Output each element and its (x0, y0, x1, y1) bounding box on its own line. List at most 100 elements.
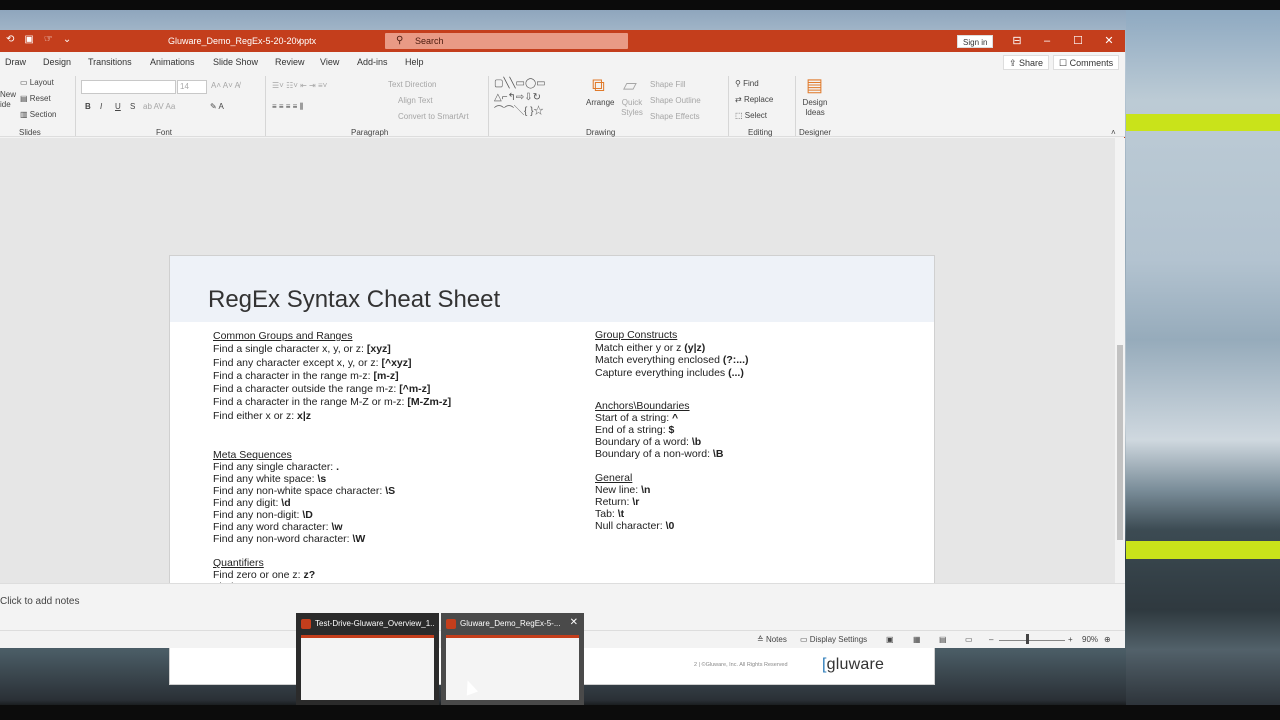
new-slide-fragment[interactable]: New (0, 90, 16, 99)
zoom-slider-thumb[interactable] (1026, 634, 1029, 644)
reset-icon: ▤ (20, 94, 30, 103)
slide-sorter-icon[interactable]: ▦ (913, 635, 921, 644)
italic-button[interactable]: I (100, 102, 102, 111)
shape-effects-button[interactable]: Shape Effects (650, 112, 700, 121)
layout-button[interactable]: ▭ Layout (20, 78, 54, 87)
maximize-button[interactable]: ☐ (1063, 30, 1093, 52)
line-text: Boundary of a non-word: (595, 448, 713, 460)
text-direction-button[interactable]: Text Direction (388, 80, 436, 89)
underline-button[interactable]: U (115, 102, 121, 111)
cheat-sheet-line: Boundary of a word: \b (595, 436, 915, 448)
tab-view[interactable]: View (320, 57, 339, 67)
tab-add-ins[interactable]: Add-ins (357, 57, 388, 67)
char-spacing-icon[interactable]: ab AV Aa (143, 102, 175, 111)
shapes-gallery[interactable]: ▢╲╲▭◯▭ △⌐↰⇨⇩↻ ⌒⌒╲{ }☆ (494, 77, 576, 121)
shape-outline-button[interactable]: Shape Outline (650, 96, 701, 105)
ribbon-display-options-button[interactable]: ⊟ (1002, 30, 1032, 52)
notes-button[interactable]: ≙ Notes (757, 635, 787, 644)
zoom-in-button[interactable]: + (1068, 635, 1073, 644)
line-syntax: [xyz] (366, 343, 391, 356)
line-syntax: [M-Zm-z] (407, 396, 452, 409)
font-name-input[interactable] (81, 80, 176, 94)
line-syntax: (y|z) (684, 341, 706, 354)
comments-button[interactable]: ☐ Comments (1053, 55, 1120, 70)
reading-view-icon[interactable]: ▤ (939, 635, 947, 644)
slide-title[interactable]: RegEx Syntax Cheat Sheet (208, 286, 500, 314)
strikethrough-button[interactable]: S (130, 102, 135, 111)
line-text: Null character: (595, 520, 666, 532)
line-syntax: \t (617, 508, 625, 520)
taskbar-preview-2[interactable]: Gluware_Demo_RegEx-5-... ✕ (441, 613, 584, 705)
line-syntax: \w (331, 521, 343, 534)
align-icons[interactable]: ≡ ≡ ≡ ≡ ⫼ (272, 102, 303, 112)
line-syntax: \n (641, 484, 651, 496)
sign-in-button[interactable]: Sign in (957, 35, 994, 48)
slide-fragment[interactable]: ide (0, 100, 11, 109)
select-button[interactable]: ⬚ Select (735, 111, 767, 120)
zoom-level[interactable]: 90% (1082, 635, 1098, 644)
quick-styles-button[interactable]: Quick Styles (618, 98, 646, 118)
title-bar: ⟲ ▣ ☞ ⌄ Gluware_Demo_RegEx-5-20-20.pptx … (0, 30, 1125, 52)
close-preview-icon[interactable]: ✕ (570, 617, 578, 628)
tab-transitions[interactable]: Transitions (88, 57, 132, 67)
touch-mode-icon[interactable]: ☞ (44, 34, 53, 45)
right-column[interactable]: Group Constructs Match either y or z (y|… (595, 329, 915, 532)
line-syntax: z? (303, 569, 316, 582)
line-syntax: \r (632, 496, 640, 508)
zoom-slider[interactable] (999, 640, 1065, 641)
scrollbar-thumb[interactable] (1117, 345, 1123, 540)
align-text-button[interactable]: Align Text (398, 96, 433, 105)
quick-styles-icon: ▱ (623, 75, 637, 95)
font-size-input[interactable]: 14 (177, 80, 207, 94)
section-button[interactable]: ▥ Section (20, 110, 56, 119)
tab-help[interactable]: Help (405, 57, 424, 67)
cheat-sheet-line: New line: \n (595, 484, 915, 496)
tab-review[interactable]: Review (275, 57, 305, 67)
tab-slide-show[interactable]: Slide Show (213, 57, 258, 67)
cheat-sheet-line: Find any single character: . (213, 461, 573, 473)
cheat-sheet-line: Find any character except x, y, or z: [^… (213, 357, 573, 370)
cheat-sheet-line: Find either x or z: x|z (213, 410, 573, 423)
tab-draw[interactable]: Draw (5, 57, 26, 67)
general-list: New line: \n Return: \r Tab: \t Null charac… (595, 484, 915, 532)
taskbar-preview-1[interactable]: Test-Drive-Gluware_Overview_1... (296, 613, 439, 705)
save-icon[interactable]: ▣ (24, 34, 33, 45)
bullets-icon[interactable]: ☰˅ ☷˅ ⇤ ⇥ ≡˅ (272, 81, 327, 90)
green-band-bottom (1126, 541, 1280, 559)
notes-placeholder[interactable]: Click to add notes (0, 596, 80, 607)
anchors-list: Start of a string: ^ End of a string: $ Bo… (595, 412, 915, 460)
highlight-icon[interactable]: ✎ A (210, 102, 224, 111)
close-button[interactable]: ✕ (1094, 30, 1124, 52)
title-dropdown-icon[interactable]: ˅ (296, 30, 301, 52)
find-button[interactable]: ⚲ Find (735, 79, 759, 88)
section-title-meta: Meta Sequences (213, 449, 292, 462)
customize-icon[interactable]: ⌄ (63, 34, 71, 45)
undo-icon[interactable]: ⟲ (6, 34, 14, 45)
minimize-button[interactable]: – (1032, 30, 1062, 52)
collapse-ribbon-icon[interactable]: ˄ (1111, 128, 1116, 137)
design-ideas-button[interactable]: Design Ideas (800, 98, 830, 118)
search-input[interactable]: ⚲ Search (385, 33, 628, 49)
reset-button[interactable]: ▤ Reset (20, 94, 51, 103)
arrange-button[interactable]: Arrange (586, 98, 614, 107)
vertical-scrollbar[interactable] (1115, 138, 1125, 583)
line-text: Find any digit: (213, 497, 282, 510)
zoom-out-button[interactable]: – (989, 635, 993, 644)
replace-button[interactable]: ⇄ Replace (735, 95, 773, 104)
document-title: Gluware_Demo_RegEx-5-20-20.pptx (168, 36, 317, 46)
cheat-sheet-line: Boundary of a non-word: \B (595, 448, 915, 460)
cheat-sheet-line: Find any non-white space character: \S (213, 485, 573, 497)
grow-font-icon[interactable]: A˄ A˅ A̸ (211, 81, 240, 90)
tab-design[interactable]: Design (43, 57, 71, 67)
line-text: Find a single character x, y, or z: (213, 343, 367, 356)
normal-view-icon[interactable]: ▣ (886, 635, 894, 644)
tab-animations[interactable]: Animations (150, 57, 195, 67)
share-button[interactable]: ⇪ Share (1003, 55, 1050, 70)
slideshow-icon[interactable]: ▭ (965, 635, 973, 644)
cheat-sheet-line: Capture everything includes (...) (595, 367, 915, 380)
bold-button[interactable]: B (85, 102, 91, 111)
fit-slide-icon[interactable]: ⊕ (1104, 635, 1111, 644)
shape-fill-button[interactable]: Shape Fill (650, 80, 686, 89)
smartart-button[interactable]: Convert to SmartArt (398, 112, 469, 121)
display-settings-button[interactable]: ▭ Display Settings (800, 635, 867, 644)
